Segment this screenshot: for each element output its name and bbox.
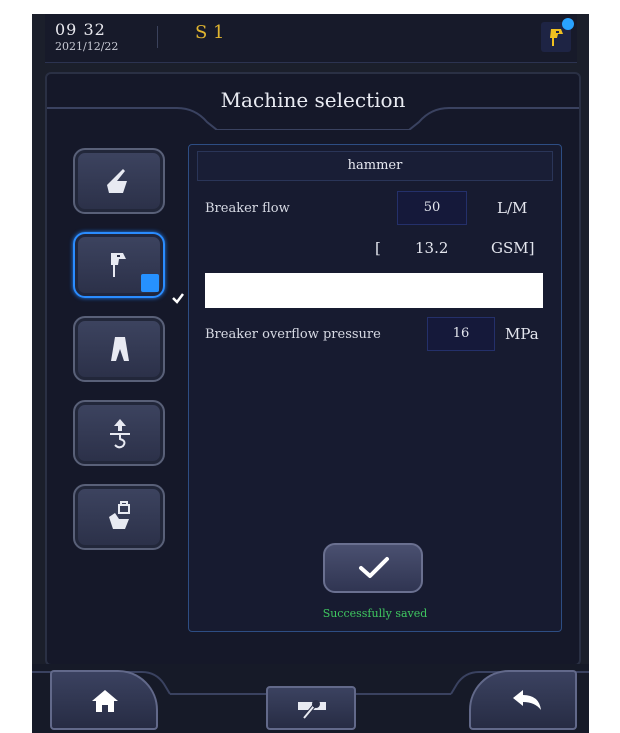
clock-time: 09 32: [55, 20, 106, 39]
tool-button-coupler[interactable]: [73, 484, 165, 550]
status-bar: 09 32 2021/12/22 S 1: [45, 14, 577, 63]
overflow-pressure-label: Breaker overflow pressure: [205, 327, 381, 342]
check-badge-icon: [562, 18, 574, 30]
hammer-icon: [111, 253, 126, 277]
overflow-pressure-input[interactable]: 16: [427, 317, 495, 351]
home-button[interactable]: [50, 670, 158, 730]
bucket-icon: [107, 169, 127, 193]
breaker-flow-unit: L/M: [497, 199, 528, 217]
bottom-nav: [32, 664, 589, 733]
lift-hook-icon: [110, 419, 130, 449]
gsm-value: 13.2: [415, 239, 449, 257]
settings-button[interactable]: [266, 686, 356, 730]
tool-button-hammer[interactable]: [73, 232, 184, 304]
checkmark-icon: [359, 557, 389, 578]
selected-check-icon: [141, 274, 184, 304]
save-button[interactable]: [323, 543, 423, 593]
coupler-icon: [109, 501, 130, 529]
breaker-flow-label: Breaker flow: [205, 201, 290, 216]
status-bar-white: [205, 273, 543, 308]
overflow-pressure-unit: MPa: [505, 325, 539, 343]
breaker-flow-input[interactable]: 50: [397, 191, 467, 225]
mode-indicator: S 1: [195, 22, 225, 43]
machine-name: hammer: [197, 151, 553, 181]
divider: [157, 26, 158, 48]
gsm-unit: GSM]: [491, 239, 535, 257]
title-band: Machine selection: [47, 74, 579, 130]
main-frame: Machine selection hammer Breaker flow 50…: [45, 72, 581, 666]
settings-panel: hammer Breaker flow 50 L/M [ 13.2 GSM] B…: [188, 144, 562, 632]
wrench-icon: [298, 700, 326, 720]
home-icon: [92, 690, 118, 712]
page-title: Machine selection: [220, 88, 406, 112]
tool-button-bucket[interactable]: [73, 148, 165, 214]
back-button[interactable]: [469, 670, 577, 730]
back-arrow-icon: [513, 690, 541, 710]
tool-button-shear[interactable]: [73, 316, 165, 382]
current-tool-indicator: [541, 18, 574, 52]
save-status-message: Successfully saved: [322, 607, 428, 620]
clock-date: 2021/12/22: [55, 40, 119, 53]
gsm-bracket-open: [: [375, 239, 381, 257]
tool-button-lift[interactable]: [73, 400, 165, 466]
device-screen: 09 32 2021/12/22 S 1 Machine selection h…: [32, 14, 589, 733]
shear-icon: [111, 337, 129, 361]
